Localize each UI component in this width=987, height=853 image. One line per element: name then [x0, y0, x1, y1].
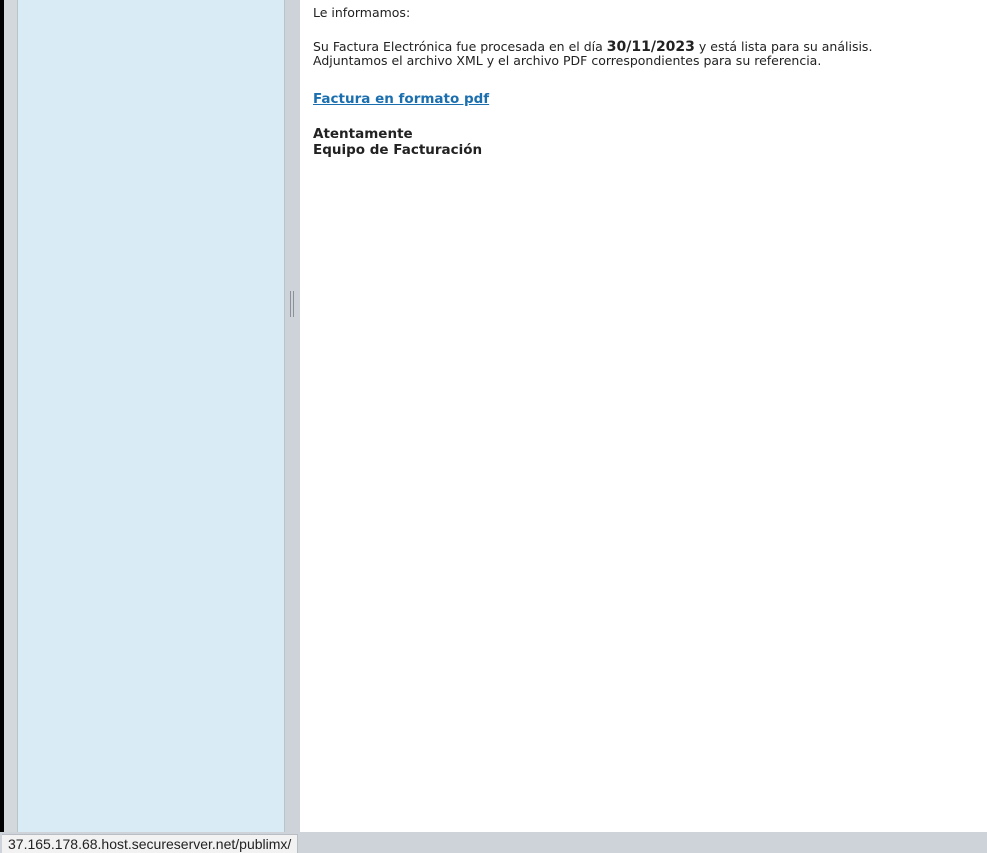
window: Le informamos: Su Factura Electrónica fu…: [0, 0, 987, 853]
ready-text: y está lista para su análisis.: [694, 39, 873, 54]
message-body: Le informamos: Su Factura Electrónica fu…: [300, 0, 987, 832]
grip-handle-icon[interactable]: [289, 291, 295, 317]
status-url: 37.165.178.68.host.secureserver.net/publ…: [2, 834, 299, 853]
status-bar: 37.165.178.68.host.secureserver.net/publ…: [0, 832, 987, 853]
closing-line: Atentamente: [313, 126, 413, 142]
attachment-line: Adjuntamos el archivo XML y el archivo P…: [313, 53, 822, 68]
greeting-text: Le informamos:: [313, 5, 411, 20]
processed-line: Su Factura Electrónica fue procesada en …: [313, 39, 873, 55]
left-gutter: [4, 0, 17, 832]
processed-text: Su Factura Electrónica fue procesada en …: [313, 39, 607, 54]
signature-line: Equipo de Facturación: [313, 142, 483, 158]
pane-splitter[interactable]: [285, 0, 300, 832]
pdf-invoice-link[interactable]: Factura en formato pdf: [313, 92, 489, 106]
side-panel: [17, 0, 285, 832]
